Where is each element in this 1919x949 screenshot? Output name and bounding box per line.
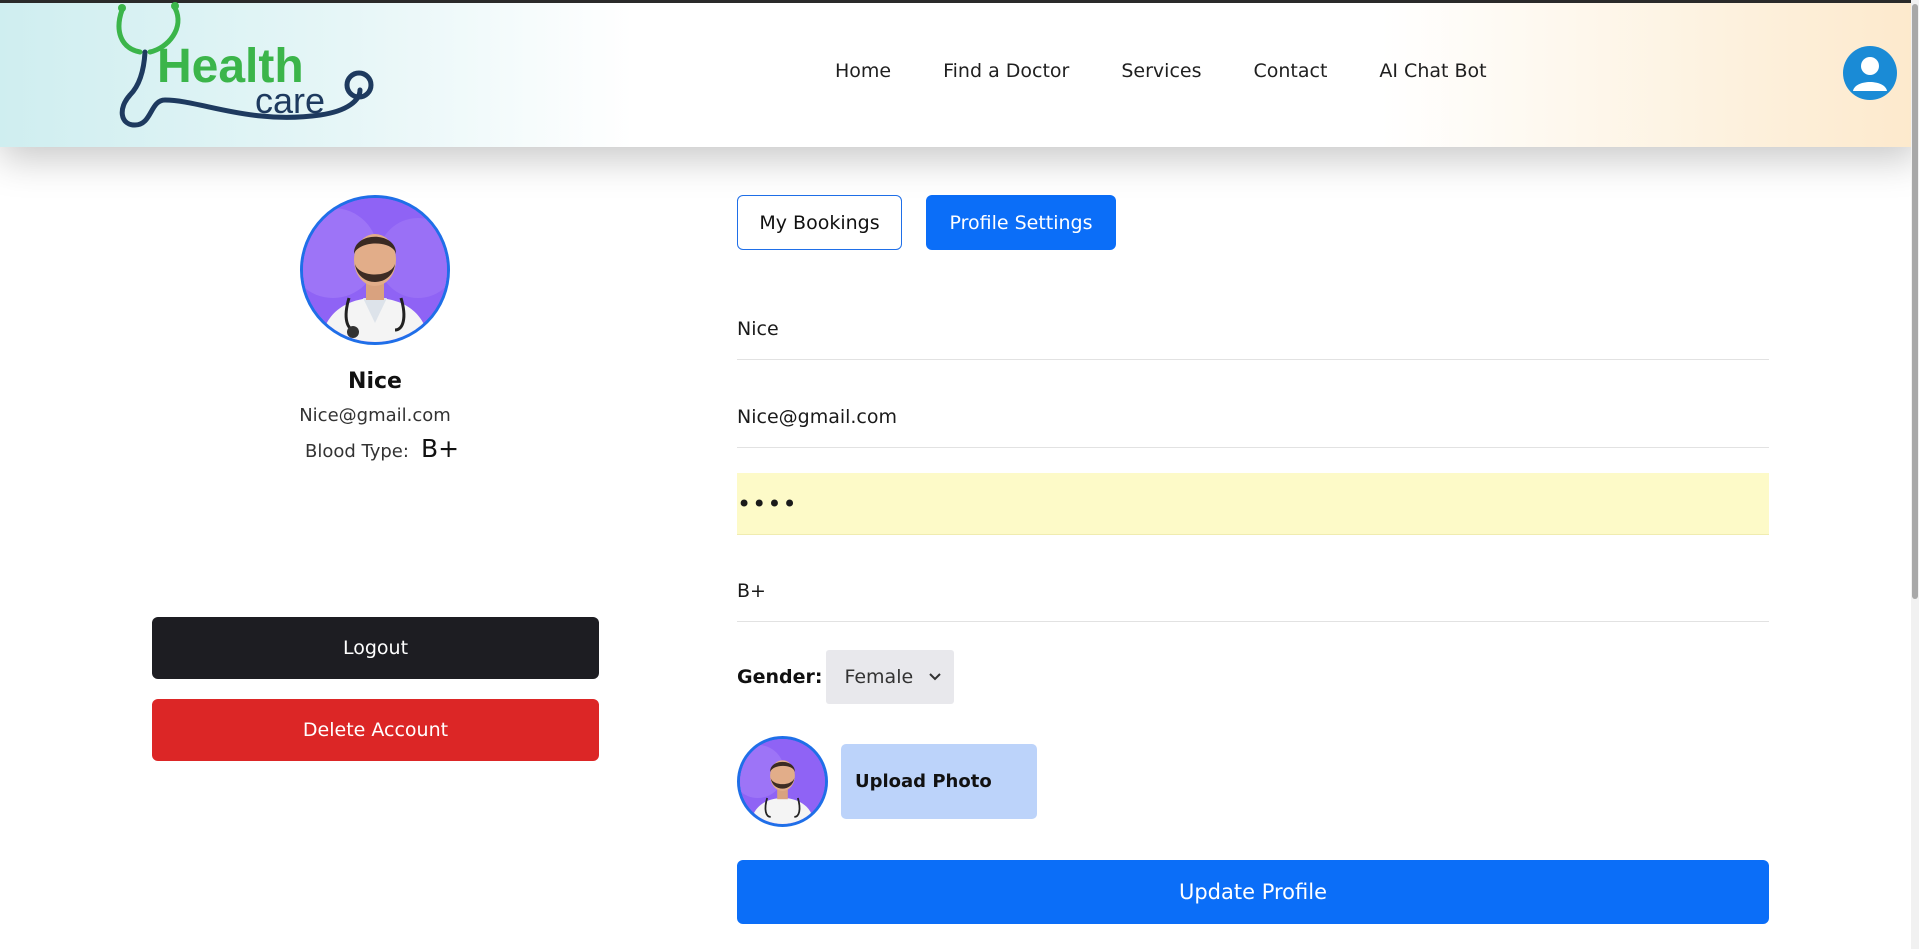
scrollbar-thumb[interactable] — [1912, 4, 1918, 599]
blood-type-label: Blood Type: — [305, 441, 409, 462]
upload-photo-button[interactable]: Upload Photo — [841, 744, 1037, 819]
doctor-portrait-thumbnail — [740, 739, 825, 824]
user-icon — [1853, 57, 1887, 91]
name-field[interactable]: Nice — [737, 298, 1769, 360]
tab-my-bookings[interactable]: My Bookings — [737, 195, 902, 250]
blood-type-value: B+ — [420, 434, 460, 463]
nav-find-doctor[interactable]: Find a Doctor — [943, 60, 1069, 82]
nav-home[interactable]: Home — [835, 60, 891, 82]
gender-select[interactable]: Female — [826, 650, 955, 704]
update-profile-button[interactable]: Update Profile — [737, 860, 1769, 924]
profile-name: Nice — [348, 369, 402, 394]
nav-contact[interactable]: Contact — [1253, 60, 1327, 82]
logo-care-text: care — [255, 80, 325, 121]
healthcare-logo[interactable]: Health care — [110, 0, 380, 135]
page-scrollbar[interactable] — [1911, 0, 1919, 949]
main-nav: Home Find a Doctor Services Contact AI C… — [835, 60, 1487, 82]
tab-profile-settings[interactable]: Profile Settings — [926, 195, 1116, 250]
site-header: Health care Home Find a Doctor Services … — [0, 0, 1919, 147]
chevron-down-icon — [929, 673, 942, 681]
user-avatar-button[interactable] — [1843, 46, 1897, 100]
blood-type-row: Blood Type: B+ — [305, 434, 459, 463]
nav-ai-chat-bot[interactable]: AI Chat Bot — [1379, 60, 1486, 82]
password-field[interactable]: •••• — [737, 473, 1769, 535]
gender-selected-value: Female — [844, 666, 914, 688]
gender-label: Gender: — [737, 666, 823, 688]
email-field[interactable]: Nice@gmail.com — [737, 386, 1769, 448]
gender-row: Gender: Female — [737, 650, 955, 704]
doctor-portrait-image — [303, 198, 447, 342]
profile-email: Nice@gmail.com — [299, 405, 451, 426]
delete-account-button[interactable]: Delete Account — [152, 699, 599, 761]
nav-services[interactable]: Services — [1121, 60, 1201, 82]
logout-button[interactable]: Logout — [152, 617, 599, 679]
photo-preview — [737, 736, 828, 827]
blood-type-field[interactable]: B+ — [737, 560, 1769, 622]
profile-avatar — [300, 195, 450, 345]
